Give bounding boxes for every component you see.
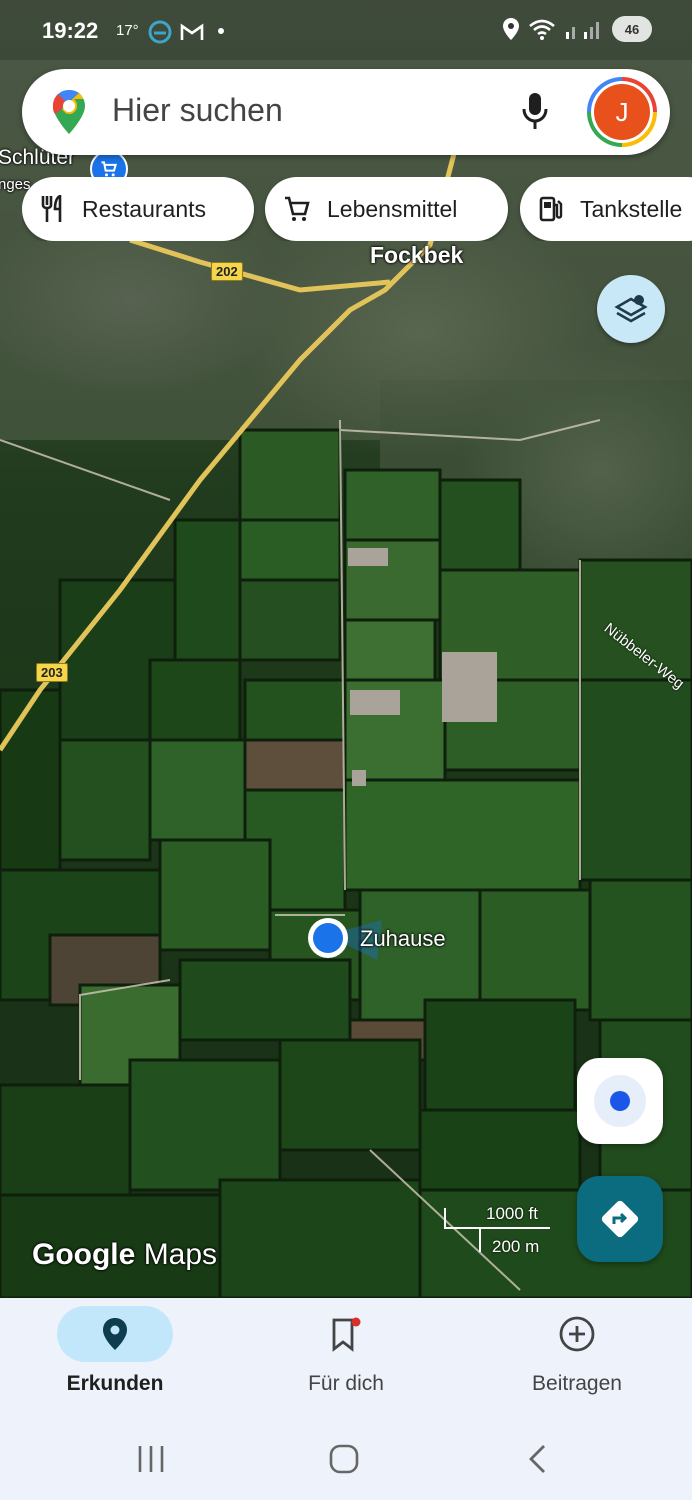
layers-button[interactable]	[597, 275, 665, 343]
category-chips: Restaurants Lebensmittel Tankstelle	[22, 177, 692, 241]
search-bar[interactable]: Hier suchen J	[22, 69, 670, 155]
fork-knife-icon	[41, 195, 62, 222]
wifi-icon	[529, 19, 555, 40]
scale-meters: 200 m	[492, 1237, 540, 1256]
notification-dot	[218, 28, 224, 34]
home-label[interactable]: Zuhause	[360, 926, 446, 952]
shopping-cart-icon	[285, 196, 310, 221]
chip-label: Restaurants	[82, 195, 207, 222]
battery-indicator: 46	[612, 16, 652, 42]
map-scale: 1000 ft 200 m	[440, 1200, 560, 1260]
recent-apps-icon[interactable]	[136, 1444, 166, 1474]
signal-icon	[566, 22, 599, 39]
search-input[interactable]: Hier suchen	[112, 92, 283, 129]
google-maps-watermark: Google Maps	[32, 1238, 217, 1272]
tab-label: Erkunden	[66, 1372, 164, 1395]
bottom-navigation: Erkunden Für dich Beitragen	[0, 1298, 692, 1416]
route-shield-203: 203	[36, 663, 68, 682]
microphone-icon[interactable]	[522, 91, 548, 131]
gas-station-icon	[539, 196, 563, 222]
status-temperature: 17°	[116, 22, 139, 39]
account-avatar[interactable]: J	[587, 77, 657, 147]
watermark-maps: Maps	[143, 1238, 218, 1271]
status-bar: 19:22 17° 46	[0, 0, 692, 62]
home-button-icon[interactable]	[328, 1443, 360, 1475]
back-icon[interactable]	[526, 1443, 550, 1475]
directions-button[interactable]	[577, 1176, 663, 1262]
weather-icon	[148, 20, 172, 44]
google-maps-logo-icon	[53, 90, 85, 134]
gmail-icon	[180, 23, 204, 40]
system-navigation-bar	[0, 1416, 692, 1500]
bookmark-icon	[332, 1317, 361, 1352]
layers-icon	[614, 295, 648, 323]
scale-feet: 1000 ft	[486, 1204, 538, 1223]
route-shield-202: 202	[211, 262, 243, 281]
tab-erkunden[interactable]: Erkunden	[15, 1306, 215, 1416]
chip-tankstelle[interactable]: Tankstelle	[520, 177, 692, 241]
directions-icon	[601, 1200, 639, 1238]
add-circle-icon	[559, 1316, 595, 1352]
my-location-button[interactable]	[577, 1058, 663, 1144]
town-label[interactable]: Fockbek	[370, 242, 463, 269]
tab-label: Für dich	[308, 1372, 384, 1395]
chip-lebensmittel[interactable]: Lebensmittel	[265, 177, 508, 241]
tab-fuer-dich[interactable]: Für dich	[246, 1306, 446, 1416]
tab-label: Beitragen	[532, 1372, 622, 1395]
watermark-google: Google	[32, 1238, 136, 1271]
tab-beitragen[interactable]: Beitragen	[477, 1306, 677, 1416]
chip-label: Lebensmittel	[327, 195, 458, 222]
avatar-initial: J	[594, 84, 650, 140]
location-status-icon	[503, 18, 519, 40]
status-time: 19:22	[42, 18, 99, 43]
chip-label: Tankstelle	[580, 195, 683, 222]
my-location-icon	[594, 1075, 646, 1127]
location-pin-icon	[103, 1318, 127, 1350]
chip-restaurants[interactable]: Restaurants	[22, 177, 254, 241]
